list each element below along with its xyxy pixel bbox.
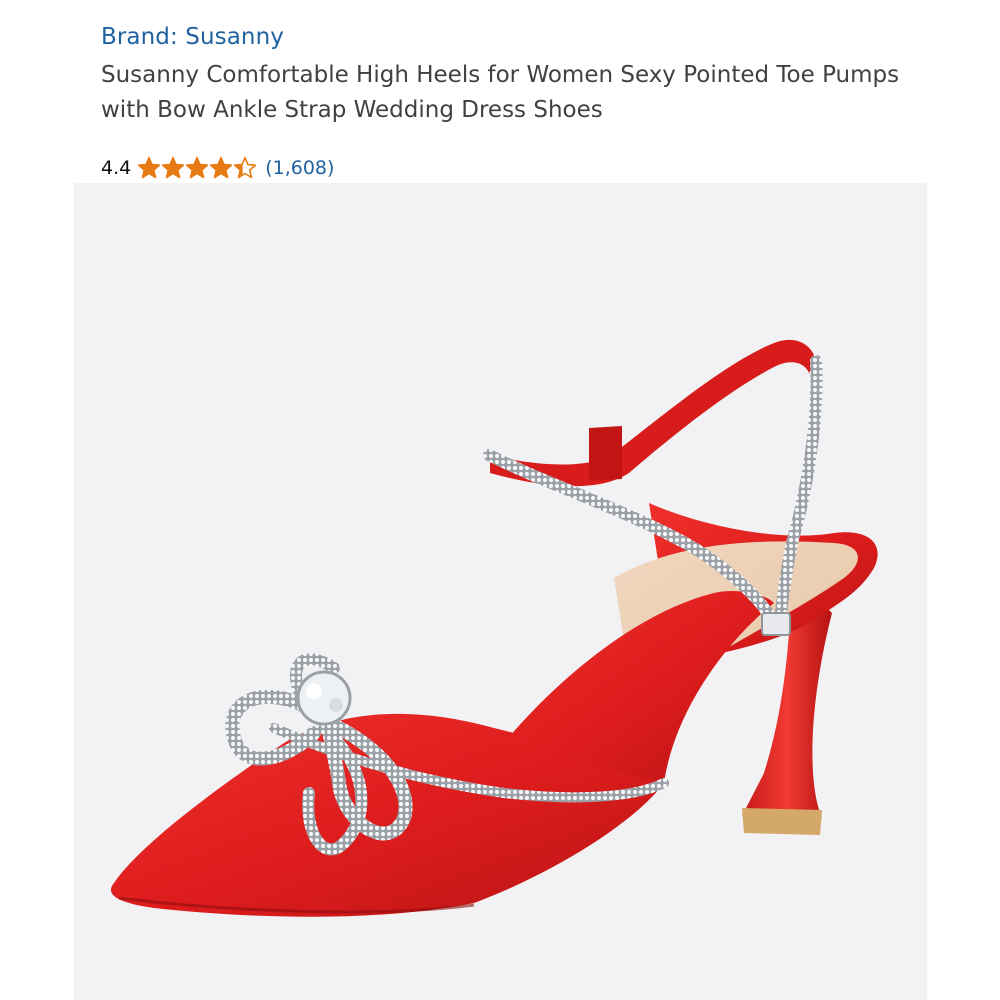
product-page: Brand: Susanny Susanny Comfortable High … [0,0,1000,1000]
product-title: Susanny Comfortable High Heels for Women… [101,62,900,123]
review-count-link[interactable]: (1,608) [265,157,334,179]
heel-tip [742,808,822,835]
strap-loop [589,426,622,481]
star-icon [138,156,161,179]
brand-link[interactable]: Brand: Susanny [101,24,284,50]
rating-row: 4.4 (1,608) [101,154,334,182]
star-icon [234,156,257,179]
strap-buckle [761,612,791,636]
star-icon [210,156,233,179]
star-icon [162,156,185,179]
rating-value: 4.4 [101,157,132,179]
ankle-strap [490,339,816,487]
product-image[interactable] [74,183,927,1000]
star-icon [186,156,209,179]
shoe-illustration [110,339,878,917]
star-rating[interactable] [137,156,257,180]
